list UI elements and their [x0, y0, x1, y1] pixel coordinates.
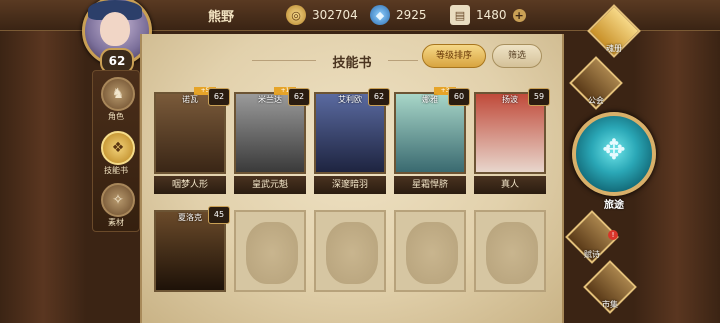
- locked-card[interactable]: [394, 210, 466, 314]
- locked-card[interactable]: [474, 210, 546, 314]
- left-tab-panel: ♞ 角色 ❖ 技能书 ✧ 素材: [92, 70, 140, 232]
- journey-icon: ✥: [602, 133, 626, 166]
- market-label: 市集: [602, 300, 618, 309]
- skill-name: 深邃暗羽: [314, 176, 386, 194]
- locked-card[interactable]: [314, 210, 386, 314]
- skillbook-card[interactable]: 夏洛克 45: [154, 206, 230, 314]
- poem-button[interactable]: 赋诗 !: [565, 210, 619, 264]
- locked-portrait: [314, 210, 386, 292]
- skillbook-card[interactable]: +1 米兰达 62 皇武元魁: [234, 87, 310, 196]
- poem-label: 赋诗: [584, 250, 600, 259]
- crystal-value: 2925: [396, 8, 427, 22]
- filter-button[interactable]: 筛选: [492, 44, 542, 68]
- notification-dot: !: [608, 230, 618, 240]
- tab-material-label: 素材: [108, 218, 124, 227]
- sort-by-level-button[interactable]: 等级排序: [422, 44, 486, 68]
- card-level: 62: [208, 88, 230, 106]
- locked-card[interactable]: [234, 210, 306, 314]
- soul-book-button[interactable]: 魂册: [587, 4, 641, 58]
- tab-character[interactable]: ♞ 角色: [93, 73, 139, 125]
- soul-book-label: 魂册: [606, 44, 622, 53]
- skillbook-card[interactable]: 艾利欧 62 深邃暗羽: [314, 88, 390, 196]
- crystal-resource: ◆ 2925: [370, 4, 427, 26]
- locked-portrait: [394, 210, 466, 292]
- gold-value: 302704: [312, 8, 358, 22]
- tab-character-label: 角色: [108, 112, 124, 121]
- journey-label: 旅途: [604, 200, 624, 211]
- skill-name: 星霜悍脐: [394, 176, 466, 194]
- skillbook-card[interactable]: +3 娜雅 60 星霜悍脐: [394, 87, 470, 196]
- journey-button[interactable]: ✥ 旅途: [572, 112, 656, 211]
- guild-button[interactable]: 公会: [569, 56, 623, 110]
- crystal-icon: ◆: [370, 5, 390, 25]
- gold-resource: ◎ 302704: [286, 4, 358, 26]
- skill-name: 咽梦人形: [154, 176, 226, 194]
- skill-name: 真人: [474, 176, 546, 194]
- tab-material[interactable]: ✧ 素材: [93, 179, 139, 231]
- gold-coin-icon: ◎: [286, 5, 306, 25]
- skill-name: 皇武元魁: [234, 176, 306, 194]
- material-tab-icon: ✧: [101, 183, 135, 217]
- card-level: 45: [208, 206, 230, 224]
- scroll-resource: ▤ 1480 +: [450, 4, 526, 26]
- locked-portrait: [474, 210, 546, 292]
- card-level: 59: [528, 88, 550, 106]
- card-level: 62: [288, 88, 310, 106]
- skillbook-card[interactable]: +5 诺瓦 62 咽梦人形: [154, 87, 230, 196]
- card-level: 60: [448, 88, 470, 106]
- market-button[interactable]: 市集: [583, 260, 637, 314]
- tab-skillbook-label: 技能书: [104, 166, 128, 175]
- scroll-icon: ▤: [450, 5, 470, 25]
- skillbook-panel: 技能书 等级排序 筛选 +5 诺瓦 62 咽梦人形 +1 米兰达 62 皇武元魁…: [140, 34, 564, 323]
- card-level: 62: [368, 88, 390, 106]
- panel-title: 技能书: [332, 56, 372, 71]
- avatar-face: [100, 12, 130, 46]
- title-divider-left: [252, 60, 316, 61]
- locked-portrait: [234, 210, 306, 292]
- add-scroll-button[interactable]: +: [512, 8, 526, 22]
- skillbook-tab-icon: ❖: [101, 131, 135, 165]
- skillbook-card[interactable]: 扬波 59 真人: [474, 88, 550, 196]
- player-name: 熊野: [208, 10, 235, 25]
- title-divider-right: [388, 60, 418, 61]
- tab-skillbook[interactable]: ❖ 技能书: [93, 127, 139, 179]
- guild-label: 公会: [588, 96, 604, 105]
- scroll-value: 1480: [476, 8, 507, 22]
- character-tab-icon: ♞: [101, 77, 135, 111]
